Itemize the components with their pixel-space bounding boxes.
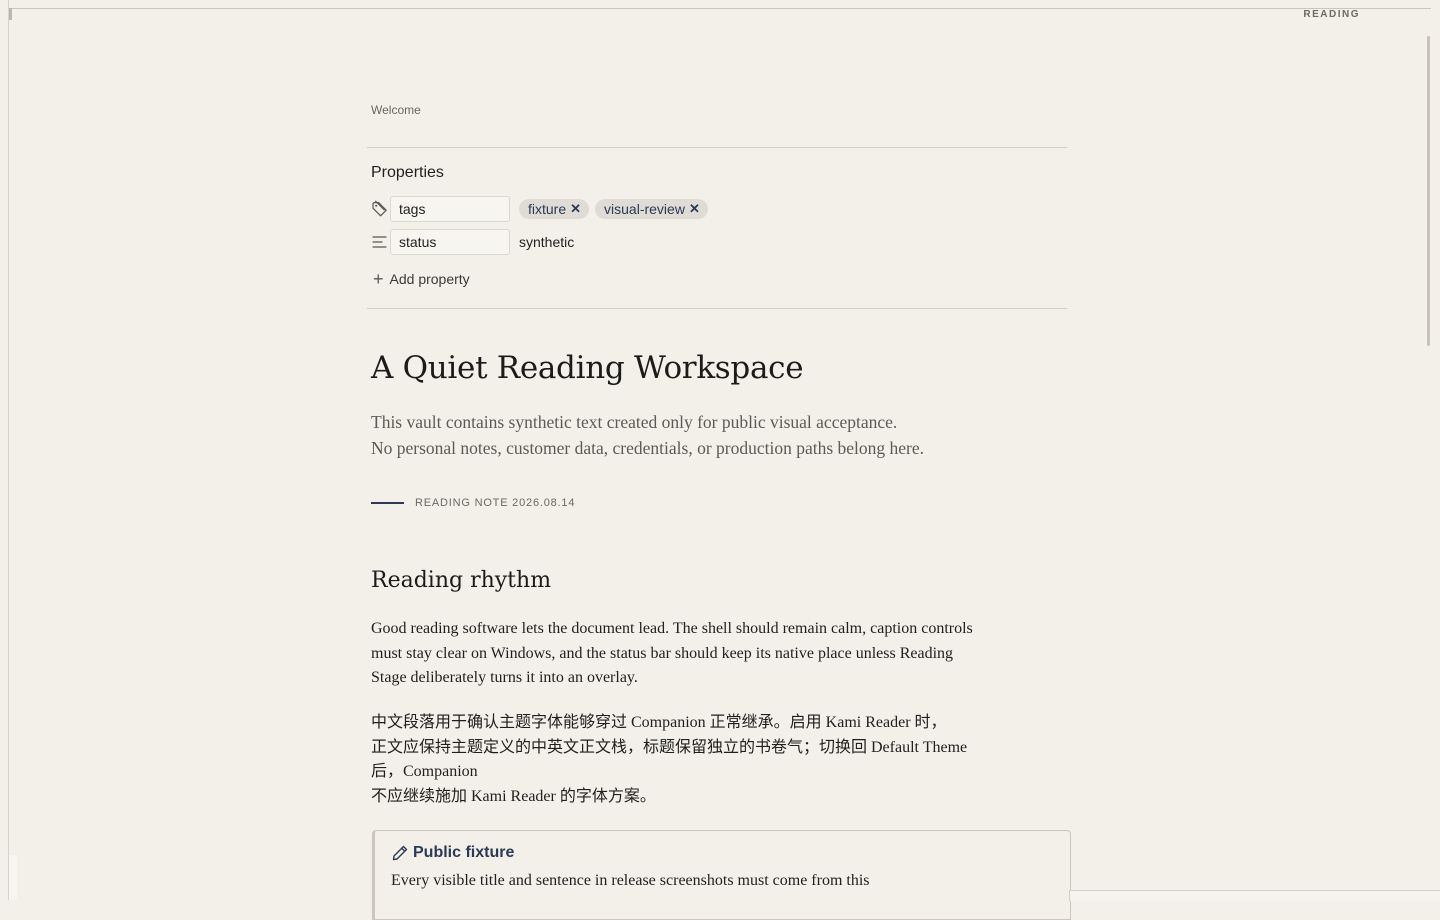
callout-public-fixture[interactable]: Public fixture Every visible title and s…	[372, 830, 1071, 920]
paragraph-line: 中文段落用于确认主题字体能够穿过 Companion 正常继承。启用 Kami …	[371, 714, 947, 731]
paragraph-line: 不应继续施加 Kami Reader 的字体方案。	[371, 787, 656, 805]
note-accent-rule	[371, 502, 404, 504]
breadcrumb[interactable]: Welcome	[371, 103, 421, 117]
callout-body: Every visible title and sentence in rele…	[391, 872, 870, 889]
paragraph-line: 后，Companion	[371, 763, 478, 780]
remove-tag-icon[interactable]: ✕	[689, 201, 700, 217]
status-bar	[1069, 890, 1440, 901]
property-row-status: status synthetic	[371, 229, 574, 255]
reading-note-meta: READING NOTE 2026.08.14	[415, 497, 576, 509]
scrollbar-thumb[interactable]	[1427, 36, 1430, 346]
chinese-paragraph: 中文段落用于确认主题字体能够穿过 Companion 正常继承。启用 Kami …	[371, 711, 981, 809]
remove-tag-icon[interactable]: ✕	[570, 201, 581, 217]
tag-icon[interactable]	[371, 200, 389, 218]
tag-label: visual-review	[604, 201, 685, 217]
view-mode-indicator[interactable]: READING	[1303, 9, 1360, 20]
property-key-status[interactable]: status	[390, 229, 510, 255]
property-value-tags: fixture ✕ visual-review ✕	[519, 199, 708, 219]
tag-pill-fixture[interactable]: fixture ✕	[519, 199, 590, 219]
left-edge-handle[interactable]	[9, 8, 12, 20]
workspace-pane: READING Welcome Properties tags fixture	[8, 0, 1440, 920]
lead-line: This vault contains synthetic text creat…	[371, 412, 898, 432]
text-lines-icon[interactable]	[371, 233, 389, 251]
add-property-label: Add property	[389, 271, 470, 287]
property-value-status[interactable]: synthetic	[519, 234, 574, 250]
properties-panel: Properties tags fixture ✕ visual-review …	[367, 147, 1067, 309]
property-row-tags: tags fixture ✕ visual-review ✕	[371, 196, 708, 222]
lead-paragraph: This vault contains synthetic text creat…	[371, 409, 1051, 461]
tag-pill-visual-review[interactable]: visual-review ✕	[595, 199, 708, 219]
sidebar-edge	[9, 855, 17, 900]
paragraph-line: 正文应保持主题定义的中英文正文栈，标题保留独立的书卷气；切换回 Default …	[371, 738, 968, 756]
add-property-button[interactable]: + Add property	[373, 270, 470, 288]
callout-header[interactable]: Public fixture	[391, 844, 514, 862]
lead-line: No personal notes, customer data, creden…	[371, 438, 925, 458]
document-title: A Quiet Reading Workspace	[371, 350, 804, 386]
property-key-tags[interactable]: tags	[390, 196, 510, 222]
properties-heading[interactable]: Properties	[371, 164, 444, 182]
body-paragraph: Good reading software lets the document …	[371, 620, 973, 686]
section-heading: Reading rhythm	[371, 568, 552, 593]
plus-icon: +	[373, 269, 384, 289]
pencil-icon	[391, 844, 409, 862]
callout-title: Public fixture	[413, 844, 515, 861]
top-divider	[9, 8, 1431, 9]
tag-label: fixture	[528, 201, 567, 217]
